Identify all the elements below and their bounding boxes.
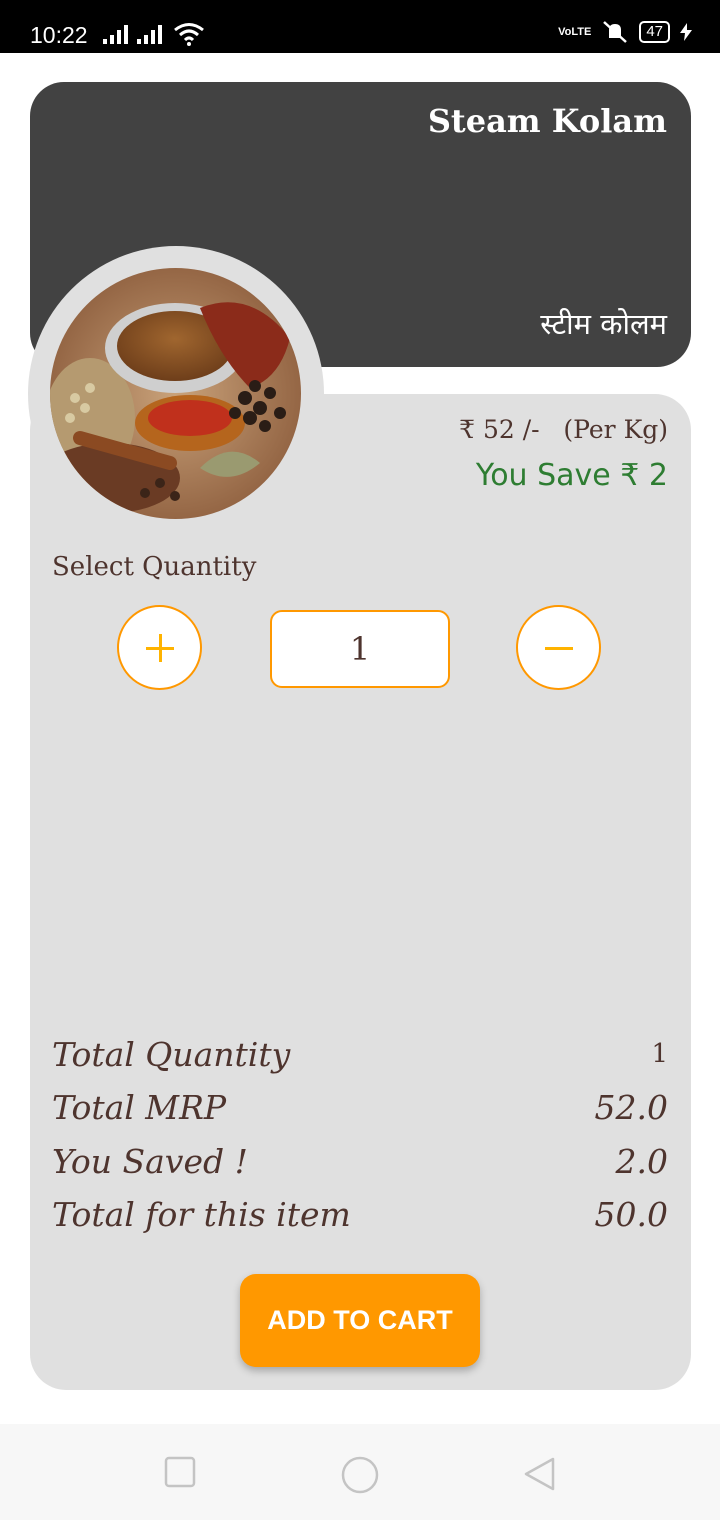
signal-icon-2	[137, 24, 162, 44]
product-detail-card	[30, 394, 691, 1390]
status-time: 10:22	[30, 22, 88, 48]
select-quantity-label: Select Quantity	[52, 552, 257, 582]
decrement-button[interactable]	[516, 605, 601, 690]
wifi-icon	[174, 23, 204, 46]
summary-value: 2.0	[615, 1141, 668, 1181]
system-navigation-bar	[0, 1424, 720, 1520]
price-value: ₹ 52 /-	[459, 415, 540, 444]
charging-icon	[680, 23, 692, 41]
quantity-value: 1	[349, 630, 371, 668]
recent-apps-icon[interactable]	[164, 1456, 196, 1488]
quantity-input[interactable]: 1	[270, 610, 450, 688]
summary-label: Total for this item	[52, 1194, 351, 1234]
increment-button[interactable]	[117, 605, 202, 690]
summary-label: Total MRP	[52, 1087, 227, 1127]
product-name-hindi: स्टीम कोलम	[540, 307, 667, 341]
status-bar: 10:22 VoLTE 47	[0, 0, 720, 53]
price-unit: (Per Kg)	[563, 415, 668, 444]
summary-label: You Saved !	[52, 1141, 248, 1181]
mute-bell-icon	[603, 21, 628, 43]
add-to-cart-button[interactable]: ADD TO CART	[240, 1274, 480, 1367]
summary-row-you-saved: You Saved ! 2.0	[52, 1136, 668, 1186]
summary-row-item-total: Total for this item 50.0	[52, 1189, 668, 1239]
volte-icon: VoLTE	[558, 26, 592, 38]
battery-icon: 47	[639, 21, 670, 43]
summary-row-total-quantity: Total Quantity 1	[52, 1029, 668, 1079]
summary-value: 52.0	[594, 1087, 668, 1127]
home-icon[interactable]	[341, 1456, 379, 1494]
product-image	[50, 268, 301, 519]
summary-label: Total Quantity	[52, 1034, 291, 1074]
summary-value: 50.0	[594, 1194, 668, 1234]
summary-row-total-mrp: Total MRP 52.0	[52, 1082, 668, 1132]
summary-value: 1	[651, 1039, 668, 1069]
product-name-english: Steam Kolam	[427, 102, 667, 140]
price-per-kg: ₹ 52 /- (Per Kg)	[459, 415, 668, 444]
back-icon[interactable]	[522, 1456, 556, 1492]
signal-icon	[103, 24, 128, 44]
savings-text: You Save ₹ 2	[475, 458, 668, 493]
